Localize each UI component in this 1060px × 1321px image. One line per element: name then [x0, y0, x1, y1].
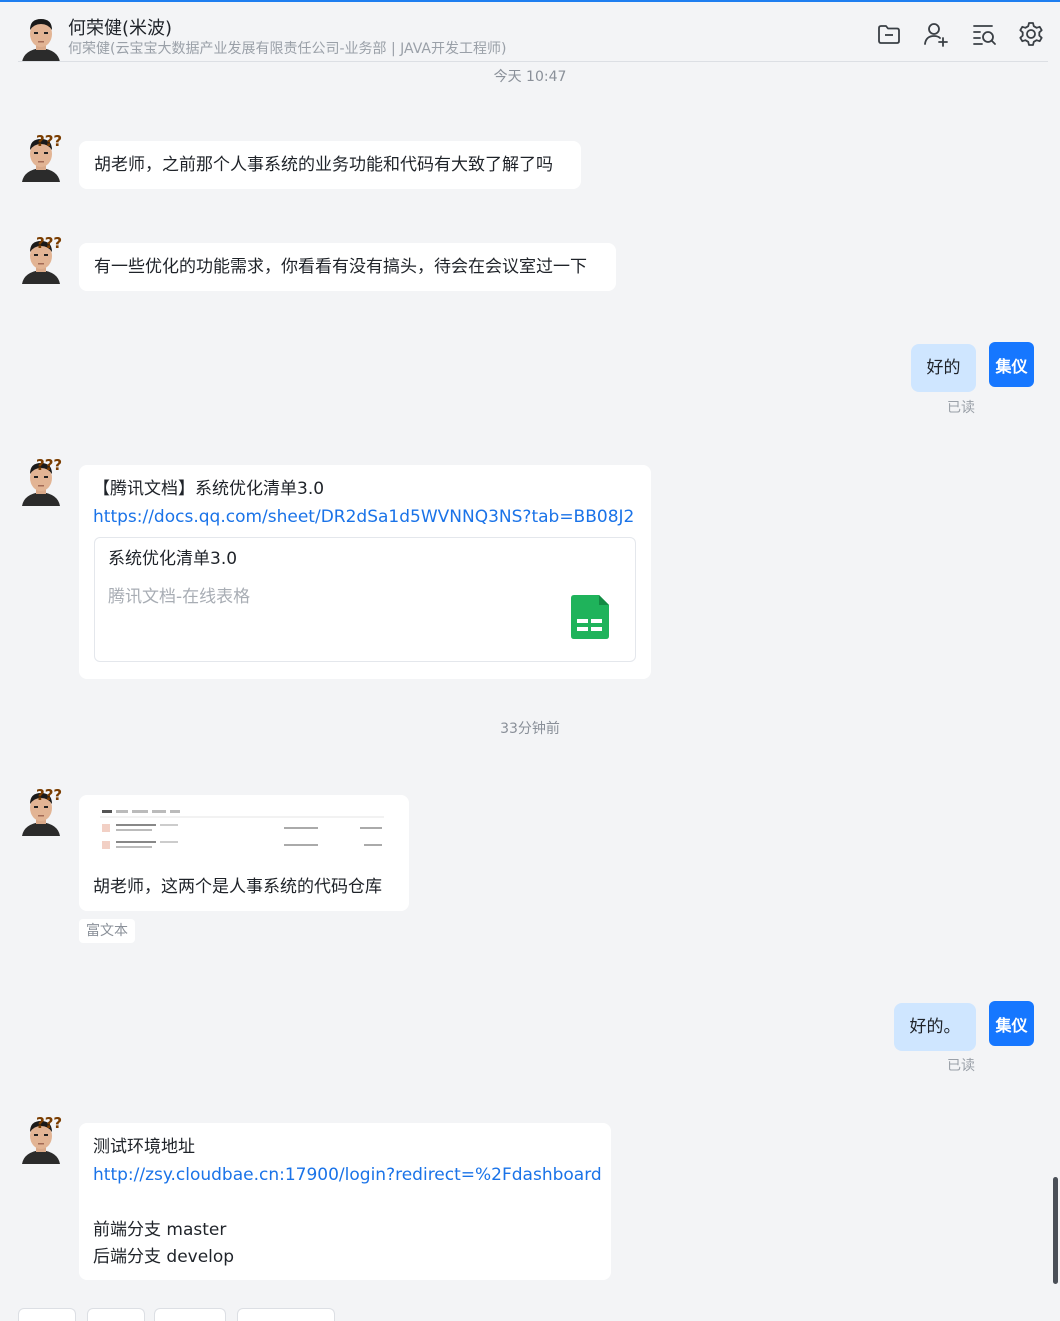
read-receipt: 已读: [947, 1058, 975, 1074]
message-text: 胡老师，这两个是人事系统的代码仓库: [93, 877, 382, 897]
timestamp: 今天 10:47: [493, 69, 567, 85]
repo-screenshot-image[interactable]: [98, 806, 386, 858]
toolbar-tab[interactable]: [154, 1308, 226, 1321]
message-bubble[interactable]: 测试环境地址 http://zsy.cloudbae.cn:17900/logi…: [79, 1123, 611, 1280]
scrollbar-thumb[interactable]: [1053, 1177, 1058, 1284]
doc-card-title: 系统优化清单3.0: [108, 549, 238, 569]
contact-avatar[interactable]: [18, 12, 64, 62]
spreadsheet-icon: [569, 594, 611, 640]
my-avatar[interactable]: 集仪: [989, 1001, 1034, 1046]
add-user-icon[interactable]: [922, 20, 950, 48]
my-message-bubble[interactable]: 好的。: [894, 1003, 976, 1051]
message-text: 好的。: [909, 1017, 961, 1037]
contact-subtitle: 何荣健(云宝宝大数据产业发展有限责任公司-业务部 | JAVA开发工程师): [68, 41, 507, 57]
header-divider: [18, 61, 1048, 62]
message-text: 有一些优化的功能需求，你看看有没有搞头，待会在会议室过一下: [94, 257, 587, 277]
settings-icon[interactable]: [1017, 20, 1045, 48]
folder-icon[interactable]: [875, 20, 903, 48]
message-bubble-doc[interactable]: 【腾讯文档】系统优化清单3.0 https://docs.qq.com/shee…: [79, 465, 651, 679]
sender-avatar[interactable]: [18, 234, 64, 284]
my-message-bubble[interactable]: 好的: [911, 344, 976, 392]
sender-avatar[interactable]: [18, 456, 64, 506]
sender-avatar[interactable]: [18, 786, 64, 836]
my-avatar[interactable]: 集仪: [989, 342, 1034, 387]
read-receipt: 已读: [947, 400, 975, 416]
sender-avatar[interactable]: [18, 132, 64, 182]
chat-header: 何荣健(米波) 何荣健(云宝宝大数据产业发展有限责任公司-业务部 | JAVA开…: [0, 2, 1060, 62]
rich-text-tag: 富文本: [79, 919, 135, 943]
message-text: 测试环境地址: [93, 1137, 195, 1157]
message-bubble[interactable]: 胡老师，之前那个人事系统的业务功能和代码有大致了解了吗: [79, 141, 581, 189]
test-env-link[interactable]: http://zsy.cloudbae.cn:17900/login?redir…: [93, 1161, 602, 1189]
doc-link[interactable]: https://docs.qq.com/sheet/DR2dSa1d5WVNNQ…: [93, 503, 634, 531]
message-text: 前端分支 master: [93, 1220, 227, 1240]
toolbar-tab[interactable]: [18, 1308, 76, 1321]
message-text: 后端分支 develop: [93, 1247, 235, 1267]
timestamp: 33分钟前: [500, 721, 560, 737]
toolbar-tab[interactable]: [237, 1308, 335, 1321]
doc-card-subtitle: 腾讯文档-在线表格: [108, 587, 251, 607]
doc-preview-card[interactable]: 系统优化清单3.0 腾讯文档-在线表格: [94, 537, 636, 662]
message-text: 好的: [926, 358, 961, 378]
message-bubble[interactable]: 有一些优化的功能需求，你看看有没有搞头，待会在会议室过一下: [79, 243, 616, 291]
contact-name: 何荣健(米波): [68, 18, 173, 39]
sender-avatar[interactable]: [18, 1114, 64, 1164]
message-text: 胡老师，之前那个人事系统的业务功能和代码有大致了解了吗: [94, 155, 553, 175]
search-history-icon[interactable]: [970, 20, 998, 48]
message-text: 【腾讯文档】系统优化清单3.0: [93, 479, 325, 499]
toolbar-tab[interactable]: [87, 1308, 145, 1321]
